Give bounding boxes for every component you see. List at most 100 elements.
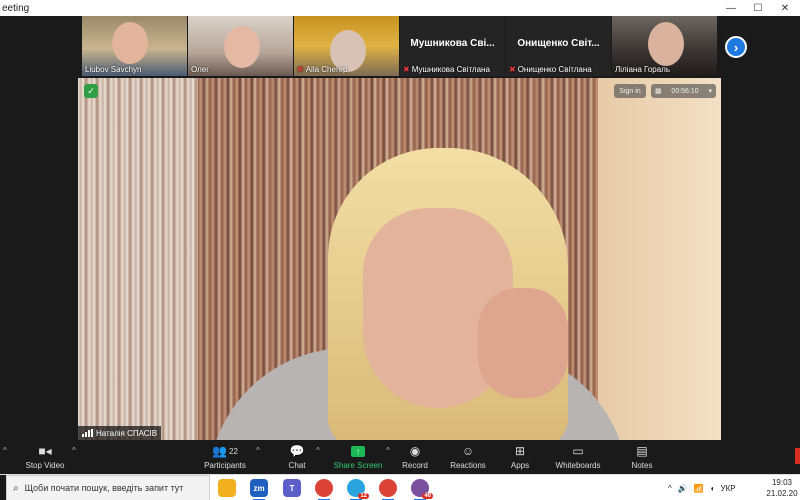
security-shield-icon[interactable]: ✓ [84,84,98,98]
chevron-up-icon[interactable]: ^ [316,446,320,455]
chat-label: Chat [288,461,306,470]
clock-date: 21.02.20 [766,489,798,498]
signal-strength-icon [82,429,93,437]
sign-in-button[interactable]: Sign in [614,84,646,98]
search-icon: ⌕ [13,482,19,494]
zoom-app-icon[interactable]: zm [250,479,268,500]
thumbnail-onyshchenko[interactable]: Онищенко Світ... ✖ Онищенко Світлана [506,16,611,76]
share-screen-button[interactable]: ↑ Share Screen [333,443,383,470]
speaker-name: Наталія СПАСІВ [96,428,158,438]
volume-icon[interactable]: ◖ [710,484,715,493]
reactions-label: Reactions [450,461,486,470]
telegram-badge: 12 [358,493,369,499]
thumbnail-name: Alla Cherep [305,65,348,74]
close-icon[interactable]: ✕ [772,0,798,16]
thumbnail-name-row: ✖ Мушникова Світлана [403,65,490,74]
participants-count: 22 [229,446,238,456]
thumbnail-name: Мушникова Світлана [411,65,490,74]
participants-button[interactable]: 👥 22 Participants [200,443,250,470]
record-label: Record [402,461,428,470]
chevron-up-icon[interactable]: ^ [3,446,7,455]
chevron-up-icon[interactable]: ^ [668,484,672,493]
speaker-icon[interactable]: 🔊 [678,484,688,493]
next-page-button[interactable]: › [725,36,747,58]
active-speaker-video: ✓ Sign in ▦ 00:56:10 ▾ Наталія СПАСІВ [78,78,721,440]
maximize-icon[interactable]: ☐ [745,0,771,16]
stop-video-label: Stop Video [25,461,65,470]
video-camera-icon: ■◂ [38,444,52,458]
record-icon: ◉ [409,444,421,458]
thumbnail-liliana[interactable]: Ліліана Гораль [612,16,717,76]
minimize-icon[interactable]: — [718,0,744,16]
thumbnail-name: Олег [191,65,210,74]
apps-label: Apps [510,461,530,470]
title-bar: eeting — ☐ ✕ [0,0,800,16]
search-placeholder: Щоби почати пошук, введіть запит тут [24,483,184,493]
mic-muted-icon: ✖ [403,65,410,74]
meeting-toolbar: ^ ■◂ Stop Video ^ 👥 22 Participants ^ 💬 C… [0,440,800,474]
participant-face [648,22,684,66]
chevron-down-icon: ▾ [708,88,712,95]
participant-thumbnails: Liubov Savchyn Олег ✖ Alla Cherep Мушнико… [82,16,722,76]
window-title: eeting [2,2,30,14]
thumbnail-name-row: ✖ Alla Cherep [297,65,348,74]
whiteboards-label: Whiteboards [555,461,601,470]
thumbnail-oleg[interactable]: Олег [188,16,293,76]
thumbnail-name: Ліліана Гораль [615,65,670,74]
viber-app-icon[interactable]: 46 [411,479,433,500]
taskbar-search[interactable]: ⌕ Щоби почати пошук, введіть запит тут [6,475,210,500]
participants-icon: 👥 [212,444,228,458]
chat-button[interactable]: 💬 Chat [282,443,312,470]
mic-muted-icon: ✖ [297,65,304,74]
zoom-app-label: zm [253,483,265,493]
chevron-right-icon: › [733,39,739,55]
speaker-name-label: Наталія СПАСІВ [78,426,162,440]
chevron-up-icon[interactable]: ^ [256,446,260,455]
leave-button-edge[interactable] [795,448,800,464]
participant-face [224,26,260,68]
stop-video-button[interactable]: ■◂ Stop Video [22,443,68,470]
whiteboard-icon: ▭ [572,444,584,458]
grid-icon: ▦ [655,88,662,95]
reactions-button[interactable]: ☺ Reactions [448,443,488,470]
chrome-app-icon-2[interactable] [379,479,397,500]
wifi-icon[interactable]: 📶 [694,484,704,493]
thumbnail-mushnykova[interactable]: Мушникова Сві... ✖ Мушникова Світлана [400,16,505,76]
participants-label: Participants [204,461,246,470]
notes-button[interactable]: ▤ Notes [628,443,656,470]
apps-button[interactable]: ⊞ Apps [505,443,535,470]
speaker-hand [478,288,568,398]
telegram-app-icon[interactable]: 12 [347,479,369,500]
thumbnail-alla[interactable]: ✖ Alla Cherep [294,16,399,76]
share-screen-label: Share Screen [333,461,383,470]
windows-taskbar: ⌕ Щоби почати пошук, введіть запит тут z… [0,474,800,500]
record-button[interactable]: ◉ Record [398,443,432,470]
clock-time: 19:03 [771,478,793,487]
chrome-app-icon[interactable] [315,479,333,500]
mic-muted-icon: ✖ [509,65,516,74]
notes-icon: ▤ [636,444,648,458]
language-indicator[interactable]: УКР [721,484,736,493]
chat-icon: 💬 [289,444,305,458]
teams-app-icon[interactable]: T [283,479,301,497]
apps-icon: ⊞ [514,444,526,458]
meeting-timer[interactable]: ▦ 00:56:10 ▾ [651,84,716,98]
zoom-meeting-window: eeting — ☐ ✕ Liubov Savchyn Олег ✖ Alla C… [0,0,800,500]
notes-label: Notes [631,461,653,470]
file-explorer-icon[interactable] [218,479,236,497]
teams-app-label: T [289,483,295,493]
thumbnail-big-name: Онищенко Світ... [517,38,600,49]
whiteboards-button[interactable]: ▭ Whiteboards [553,443,603,470]
taskbar-clock[interactable]: 19:03 21.02.20 [764,477,800,499]
thumbnail-name: Онищенко Світлана [517,65,592,74]
chevron-up-icon[interactable]: ^ [72,446,76,455]
timer-value: 00:56:10 [671,87,699,95]
thumbnail-big-name: Мушникова Сві... [410,38,495,49]
background-wall [591,78,721,440]
share-screen-icon: ↑ [351,445,365,457]
thumbnail-name-row: ✖ Онищенко Світлана [509,65,592,74]
thumbnail-liubov[interactable]: Liubov Savchyn [82,16,187,76]
participant-face [112,22,148,64]
chevron-up-icon[interactable]: ^ [386,446,390,455]
viber-badge: 46 [422,493,433,499]
